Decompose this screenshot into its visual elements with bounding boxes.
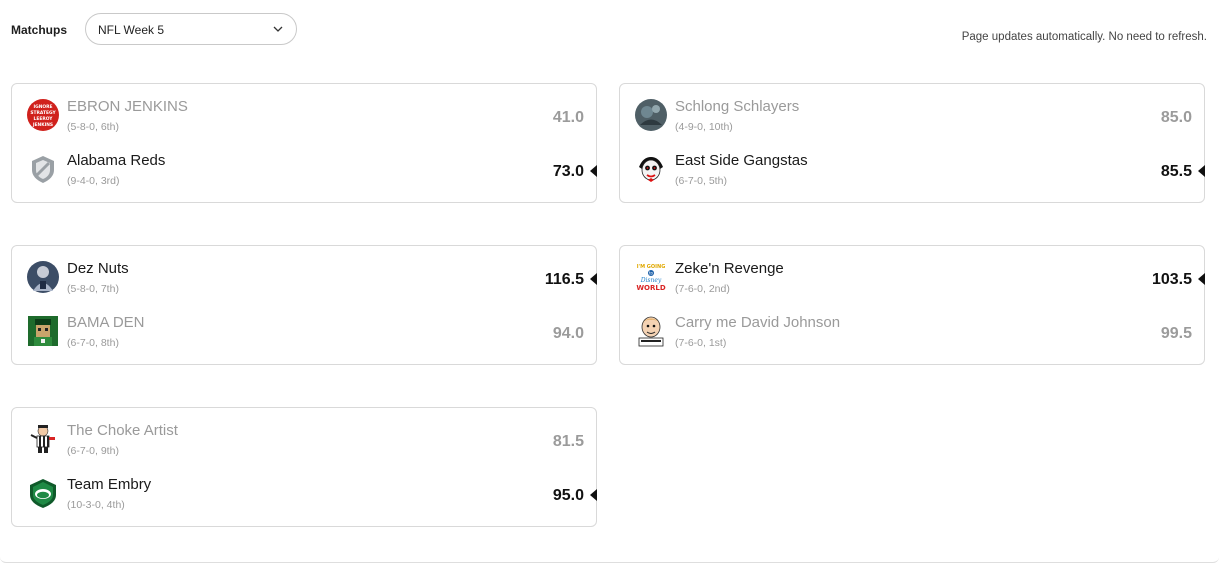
shield-logo-icon	[32, 156, 54, 183]
team-score: 103.5	[1151, 271, 1192, 288]
team-name[interactable]: Zeke'n Revenge	[675, 260, 784, 277]
matchup-card[interactable]: I'M GOING to Disney WORLD Zeke'n Revenge…	[619, 245, 1205, 365]
team-name[interactable]: Schlong Schlayers	[675, 98, 799, 115]
svg-text:Disney: Disney	[640, 277, 662, 284]
team-name[interactable]: BAMA DEN	[67, 314, 145, 331]
player-photo-avatar-icon	[27, 261, 59, 293]
referee-avatar-icon	[30, 425, 55, 453]
ignore-strategy-logo-icon: IGNORE STRATEGY LEEROY JENKINS	[27, 99, 59, 131]
team-record: (7-6-0, 2nd)	[675, 283, 730, 295]
svg-text:LEEROY: LEEROY	[34, 116, 54, 122]
team-row[interactable]: Dez Nuts (5-8-0, 7th) 116.5	[12, 246, 597, 300]
team-name[interactable]: Alabama Reds	[67, 152, 165, 169]
winner-arrow-icon	[1198, 165, 1205, 177]
svg-text:JENKINS: JENKINS	[32, 122, 53, 128]
cartoon-face-avatar-icon	[638, 316, 664, 347]
team-score: 73.0	[552, 163, 584, 180]
matchup-card[interactable]: IGNORE STRATEGY LEEROY JENKINS EBRON JEN…	[11, 83, 597, 203]
photo-avatar-icon	[635, 99, 667, 131]
green-helmet-logo-icon	[30, 479, 56, 508]
team-name[interactable]: Dez Nuts	[67, 260, 129, 277]
team-score: 94.0	[552, 325, 584, 342]
team-score: 95.0	[552, 487, 584, 504]
svg-text:I'M GOING: I'M GOING	[637, 264, 666, 270]
team-score: 116.5	[544, 271, 584, 288]
team-row[interactable]: The Choke Artist (6-7-0, 9th) 81.5	[12, 408, 596, 462]
winner-arrow-icon	[590, 165, 597, 177]
team-name[interactable]: The Choke Artist	[67, 422, 178, 439]
winner-arrow-icon	[590, 489, 597, 501]
disney-world-logo-icon: I'M GOING to Disney WORLD	[635, 261, 667, 293]
team-row[interactable]: IGNORE STRATEGY LEEROY JENKINS EBRON JEN…	[12, 84, 596, 138]
team-row[interactable]: I'M GOING to Disney WORLD Zeke'n Revenge…	[620, 246, 1205, 300]
team-score: 85.5	[1160, 163, 1192, 180]
matchup-card[interactable]: Dez Nuts (5-8-0, 7th) 116.5 BAMA DEN (6-…	[11, 245, 597, 365]
auto-refresh-note: Page updates automatically. No need to r…	[961, 31, 1207, 43]
team-name[interactable]: East Side Gangstas	[675, 152, 808, 169]
team-score: 99.5	[1160, 325, 1192, 342]
clown-avatar-icon	[639, 157, 663, 182]
team-record: (7-6-0, 1st)	[675, 337, 727, 349]
team-record: (6-7-0, 5th)	[675, 175, 727, 187]
team-record: (4-9-0, 10th)	[675, 121, 733, 133]
team-row[interactable]: East Side Gangstas (6-7-0, 5th) 85.5	[620, 138, 1205, 192]
team-row[interactable]: Alabama Reds (9-4-0, 3rd) 73.0	[12, 138, 597, 192]
svg-text:WORLD: WORLD	[636, 284, 666, 292]
team-record: (9-4-0, 3rd)	[67, 175, 120, 187]
team-name[interactable]: Team Embry	[67, 476, 151, 493]
svg-text:STRATEGY: STRATEGY	[30, 110, 56, 116]
team-row[interactable]: Carry me David Johnson (7-6-0, 1st) 99.5	[620, 300, 1204, 354]
svg-text:IGNORE: IGNORE	[33, 104, 52, 110]
team-record: (5-8-0, 6th)	[67, 121, 119, 133]
matchup-card[interactable]: Schlong Schlayers (4-9-0, 10th) 85.0 Eas…	[619, 83, 1205, 203]
team-name[interactable]: EBRON JENKINS	[67, 98, 188, 115]
team-score: 81.5	[552, 433, 584, 450]
chevron-down-icon	[273, 26, 283, 32]
green-character-avatar-icon	[28, 316, 58, 346]
team-record: (6-7-0, 9th)	[67, 445, 119, 457]
svg-text:to: to	[649, 271, 654, 276]
matchups-header: Matchups NFL Week 5 Page updates automat…	[11, 13, 1207, 47]
winner-arrow-icon	[590, 273, 597, 285]
team-score: 85.0	[1160, 109, 1192, 126]
team-record: (10-3-0, 4th)	[67, 499, 125, 511]
team-record: (5-8-0, 7th)	[67, 283, 119, 295]
team-row[interactable]: Schlong Schlayers (4-9-0, 10th) 85.0	[620, 84, 1204, 138]
week-select-dropdown[interactable]: NFL Week 5	[85, 13, 297, 45]
team-name[interactable]: Carry me David Johnson	[675, 314, 840, 331]
winner-arrow-icon	[1198, 273, 1205, 285]
matchup-card[interactable]: The Choke Artist (6-7-0, 9th) 81.5 Team …	[11, 407, 597, 527]
matchups-label: Matchups	[11, 23, 68, 37]
week-select-value: NFL Week 5	[98, 23, 165, 37]
team-record: (6-7-0, 8th)	[67, 337, 119, 349]
team-score: 41.0	[552, 109, 584, 126]
team-row[interactable]: BAMA DEN (6-7-0, 8th) 94.0	[12, 300, 596, 354]
team-row[interactable]: Team Embry (10-3-0, 4th) 95.0	[12, 462, 597, 516]
